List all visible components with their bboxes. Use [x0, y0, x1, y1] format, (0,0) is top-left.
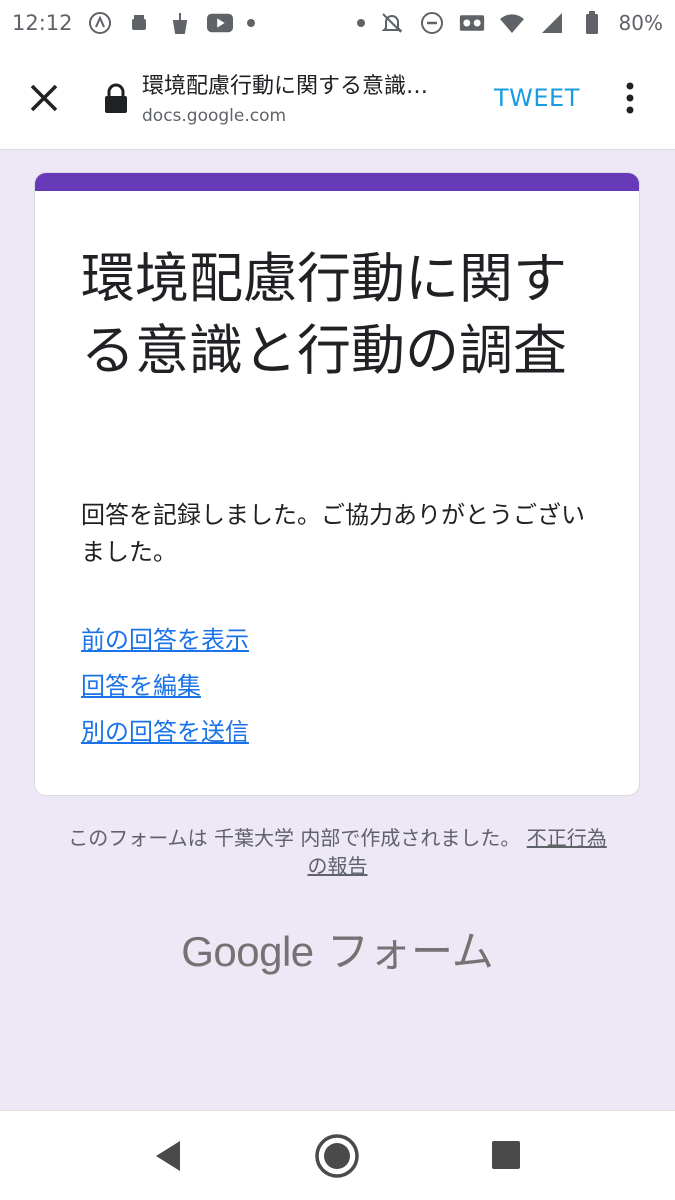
- battery-icon: [579, 10, 605, 36]
- notification-broom-icon: [167, 10, 193, 36]
- form-title: 環境配慮行動に関する意識と行動の調査: [81, 247, 567, 382]
- confirmation-message: 回答を記録しました。ご協力ありがとうございました。: [81, 501, 585, 566]
- confirmation-card: 環境配慮行動に関する意識と行動の調査 回答を記録しました。ご協力ありがとうござい…: [34, 172, 640, 796]
- clock: 12:12: [12, 11, 73, 35]
- google-wordmark: Google: [181, 928, 314, 975]
- voicemail-icon: [459, 10, 485, 36]
- notification-cup-icon: [127, 10, 153, 36]
- card-accent-bar: [35, 173, 639, 191]
- do-not-disturb-icon: [419, 10, 445, 36]
- recents-icon[interactable]: [490, 1139, 522, 1171]
- system-navigation-bar: [0, 1110, 675, 1200]
- form-origin-text: このフォームは 千葉大学 内部で作成されました。: [68, 826, 527, 850]
- status-bar: 12:12 80%: [0, 0, 675, 46]
- submit-another-response-link[interactable]: 別の回答を送信: [81, 709, 249, 755]
- forms-wordmark: フォーム: [313, 927, 494, 976]
- page-title: 環境配慮行動に関する意識…: [142, 74, 429, 99]
- home-icon[interactable]: [314, 1133, 360, 1179]
- google-forms-logo[interactable]: Google フォーム: [0, 918, 675, 979]
- back-icon[interactable]: [152, 1139, 184, 1173]
- more-options-icon[interactable]: [618, 78, 642, 118]
- signal-icon: [539, 10, 565, 36]
- page-url: docs.google.com: [142, 106, 287, 126]
- notifications-off-icon: [379, 10, 405, 36]
- close-icon[interactable]: [24, 78, 64, 118]
- lock-icon[interactable]: [102, 82, 130, 114]
- notification-app-icon: [87, 10, 113, 36]
- view-previous-response-link[interactable]: 前の回答を表示: [81, 617, 249, 663]
- custom-tab-toolbar: 環境配慮行動に関する意識… docs.google.com TWEET: [0, 46, 675, 150]
- more-notifications-dot: [246, 19, 255, 27]
- form-page: 環境配慮行動に関する意識と行動の調査 回答を記録しました。ご協力ありがとうござい…: [0, 150, 675, 1110]
- battery-percentage: 80%: [618, 11, 663, 35]
- status-dot: [356, 19, 365, 27]
- form-footer-note: このフォームは 千葉大学 内部で作成されました。 不正行為の報告: [60, 824, 615, 880]
- response-links: 前の回答を表示 回答を編集 別の回答を送信: [81, 617, 249, 755]
- wifi-icon: [499, 10, 525, 36]
- edit-response-link[interactable]: 回答を編集: [81, 663, 249, 709]
- tweet-button[interactable]: TWEET: [494, 84, 580, 112]
- youtube-icon: [206, 10, 233, 36]
